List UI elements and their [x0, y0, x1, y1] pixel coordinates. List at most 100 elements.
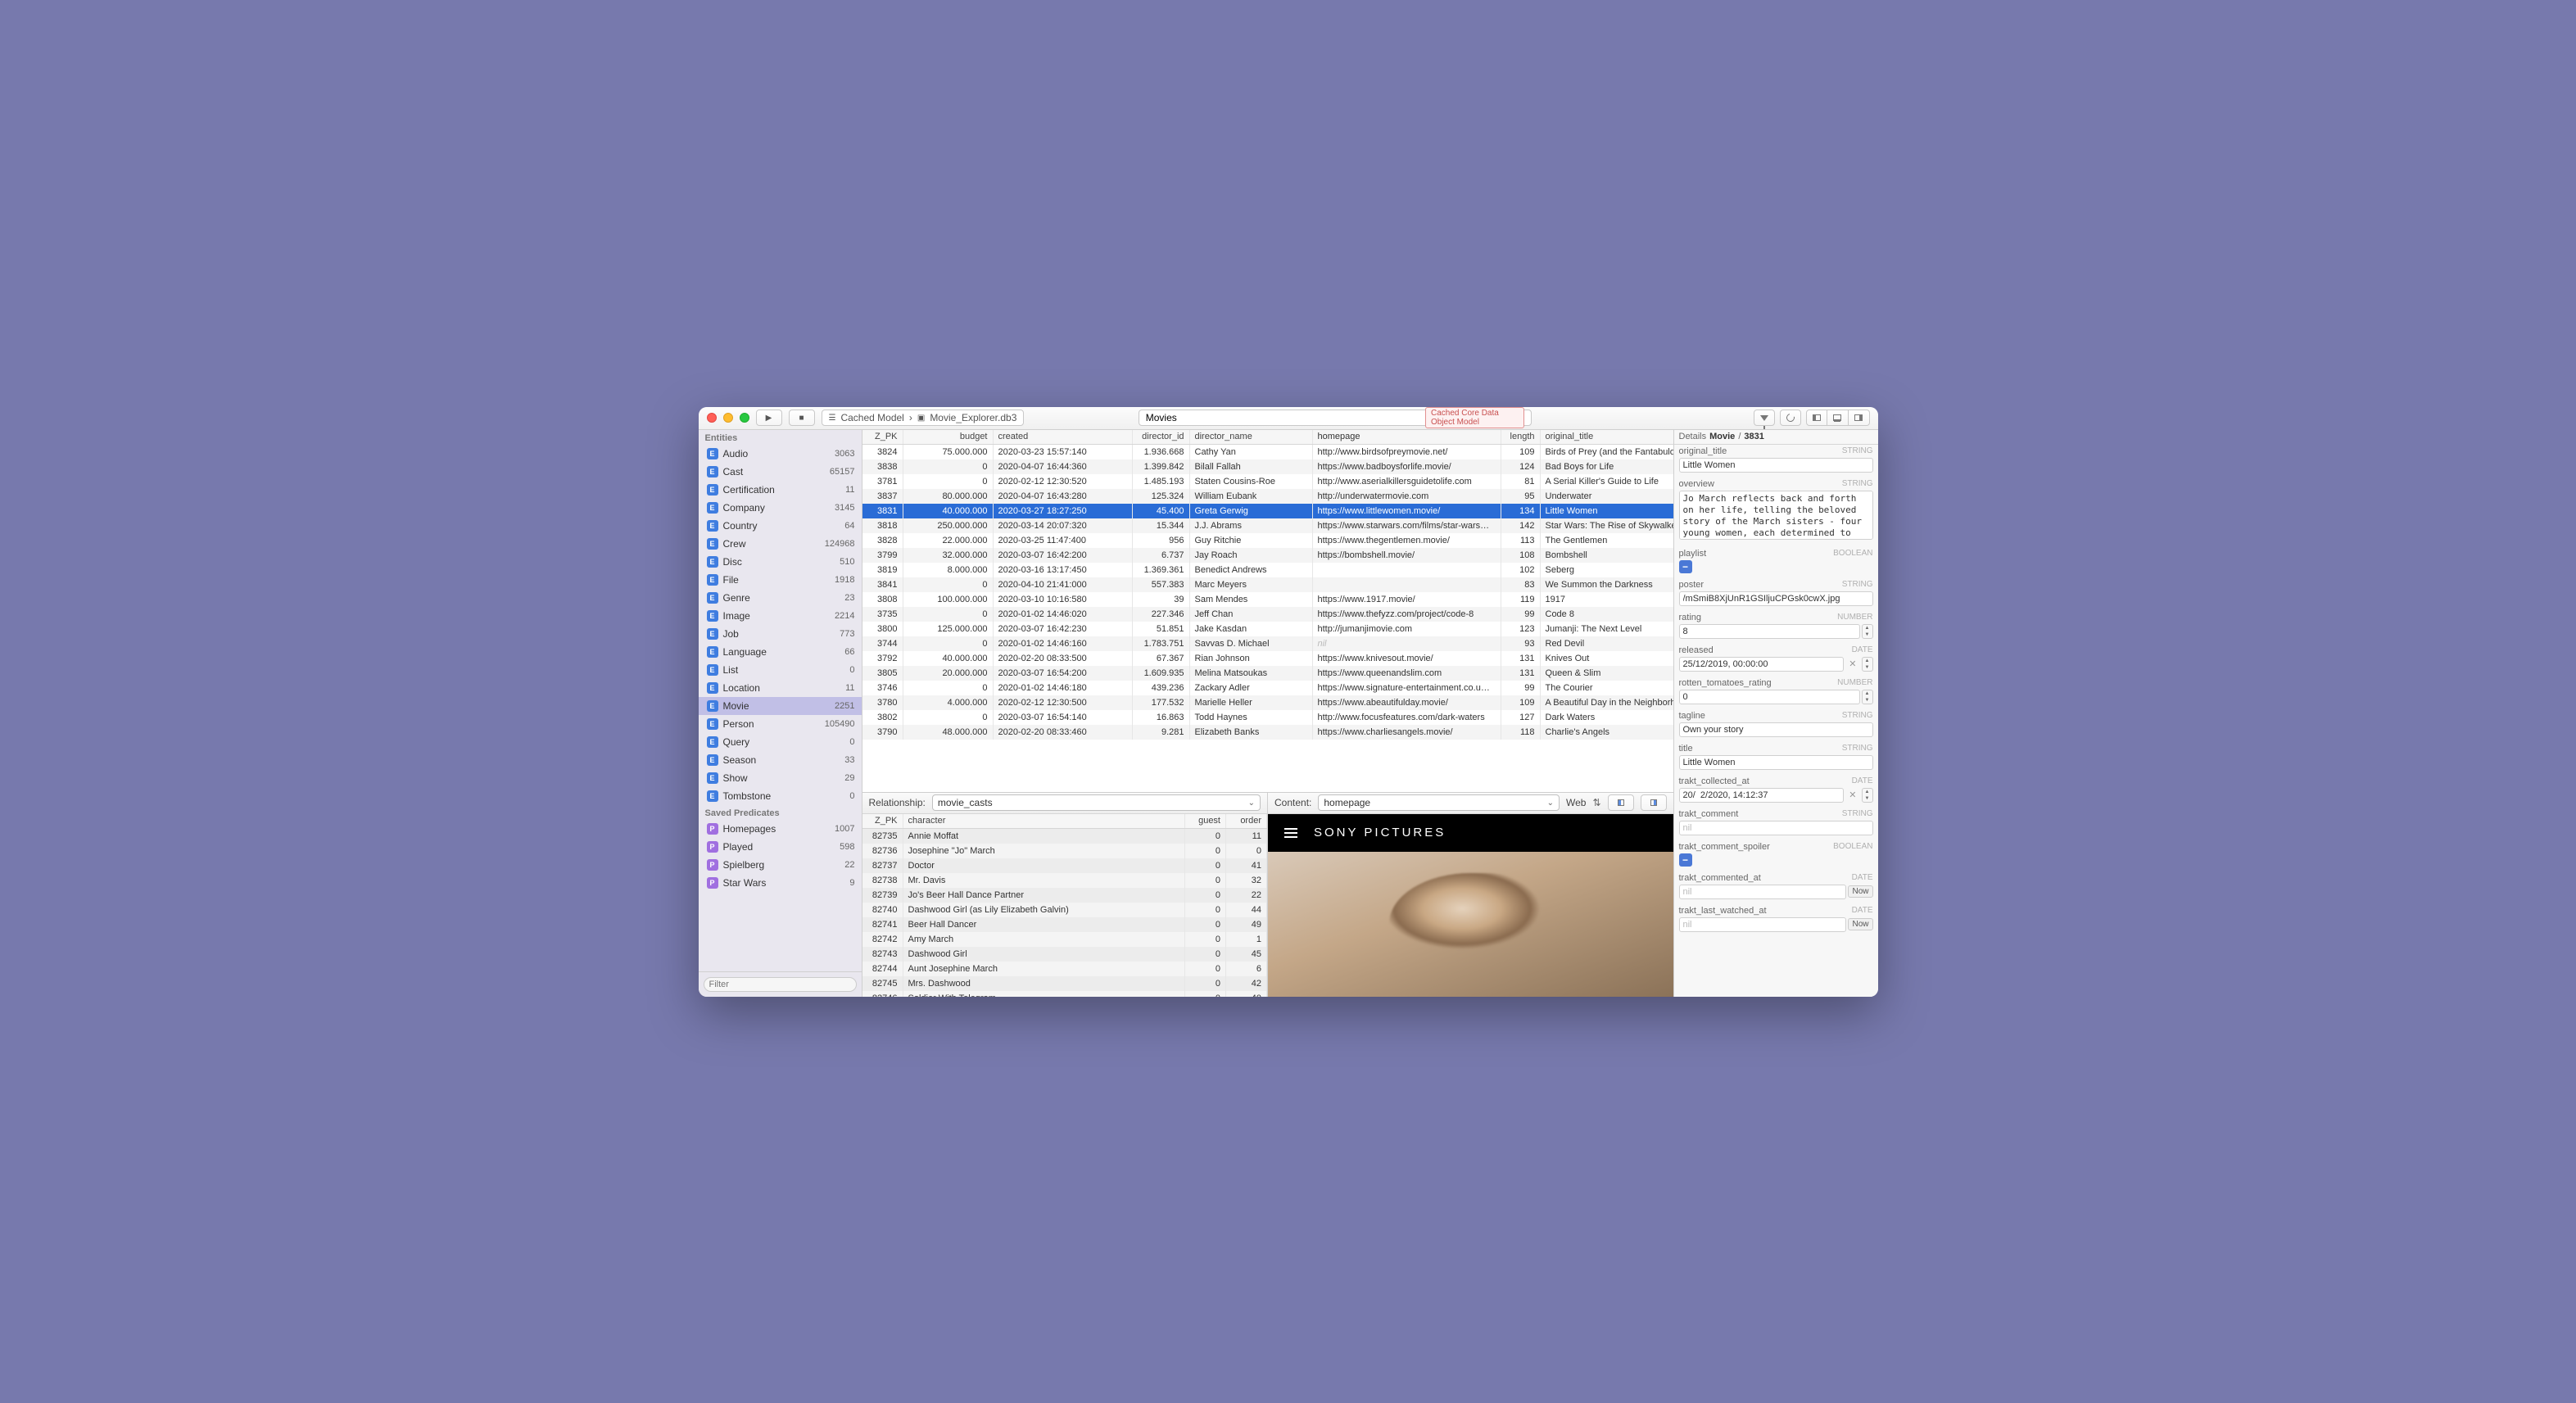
table-row[interactable]: 82746Soldier With Telegram040	[862, 991, 1268, 997]
table-row[interactable]: 82739Jo's Beer Hall Dance Partner022	[862, 888, 1268, 903]
table-row[interactable]: 373502020-01-02 14:46:020227.346Jeff Cha…	[862, 607, 1673, 622]
col-header[interactable]: character	[903, 814, 1186, 828]
breadcrumb[interactable]: ☰ Cached Model › ▣ Movie_Explorer.db3	[822, 410, 1025, 426]
sidebar-item-image[interactable]: EImage2214	[699, 607, 862, 625]
predicate-item-homepages[interactable]: PHomepages1007	[699, 820, 862, 838]
sidebar-item-season[interactable]: ESeason33	[699, 751, 862, 769]
sidebar-item-language[interactable]: ELanguage66	[699, 643, 862, 661]
table-row[interactable]: 82741Beer Hall Dancer049	[862, 917, 1268, 932]
table-row[interactable]: 374602020-01-02 14:46:180439.236Zackary …	[862, 681, 1673, 695]
content-layout-left[interactable]	[1608, 794, 1634, 811]
table-row[interactable]: 383802020-04-07 16:44:3601.399.842Bilall…	[862, 459, 1673, 474]
field-input[interactable]	[1679, 591, 1873, 606]
field-input[interactable]	[1679, 788, 1845, 803]
table-row[interactable]: 37804.000.0002020-02-12 12:30:500177.532…	[862, 695, 1673, 710]
table-row[interactable]: 378102020-02-12 12:30:5201.485.193Staten…	[862, 474, 1673, 489]
sidebar-item-show[interactable]: EShow29	[699, 769, 862, 787]
table-row[interactable]: 3808100.000.0002020-03-10 10:16:58039Sam…	[862, 592, 1673, 607]
stop-button[interactable]: ■	[789, 410, 815, 426]
sidebar-item-country[interactable]: ECountry64	[699, 517, 862, 535]
sidebar-item-disc[interactable]: EDisc510	[699, 553, 862, 571]
predicate-item-played[interactable]: PPlayed598	[699, 838, 862, 856]
zoom-icon[interactable]	[740, 413, 749, 423]
sidebar-item-cast[interactable]: ECast65157	[699, 463, 862, 481]
search-field[interactable]	[1146, 412, 1425, 423]
table-row[interactable]: 379932.000.0002020-03-07 16:42:2006.737J…	[862, 548, 1673, 563]
layout-bottom-button[interactable]	[1827, 410, 1849, 426]
field-input[interactable]	[1679, 690, 1860, 704]
table-row[interactable]: 82738Mr. Davis032	[862, 873, 1268, 888]
table-row[interactable]: 38198.000.0002020-03-16 13:17:4501.369.3…	[862, 563, 1673, 577]
sidebar-item-query[interactable]: EQuery0	[699, 733, 862, 751]
col-header[interactable]: length	[1501, 430, 1541, 444]
table-row[interactable]: 82737Doctor041	[862, 858, 1268, 873]
field-input[interactable]	[1679, 917, 1847, 932]
stepper[interactable]: ▲▼	[1862, 624, 1873, 639]
table-row[interactable]: 379240.000.0002020-02-20 08:33:50067.367…	[862, 651, 1673, 666]
sidebar-item-certification[interactable]: ECertification11	[699, 481, 862, 499]
table-row[interactable]: 380202020-03-07 16:54:14016.863Todd Hayn…	[862, 710, 1673, 725]
bool-toggle[interactable]: −	[1679, 853, 1692, 867]
stepper[interactable]: ▲▼	[1862, 690, 1873, 704]
field-input[interactable]	[1679, 755, 1873, 770]
relationship-select[interactable]: movie_casts	[932, 794, 1261, 811]
field-input[interactable]	[1679, 458, 1873, 473]
sidebar-item-tombstone[interactable]: ETombstone0	[699, 787, 862, 805]
field-input[interactable]	[1679, 657, 1845, 672]
now-button[interactable]: Now	[1848, 918, 1872, 930]
table-row[interactable]: 82736Josephine "Jo" March00	[862, 844, 1268, 858]
clear-button[interactable]: ✕	[1845, 659, 1859, 669]
field-input[interactable]	[1679, 885, 1847, 899]
layout-right-button[interactable]	[1849, 410, 1870, 426]
now-button[interactable]: Now	[1848, 885, 1872, 898]
col-header[interactable]: Z_PK	[862, 430, 903, 444]
minimize-icon[interactable]	[723, 413, 733, 423]
sidebar-item-genre[interactable]: EGenre23	[699, 589, 862, 607]
col-header[interactable]: original_title	[1541, 430, 1673, 444]
stepper[interactable]: ▲▼	[1862, 788, 1873, 803]
table-row[interactable]: 82744Aunt Josephine March06	[862, 962, 1268, 976]
table-row[interactable]: 382822.000.0002020-03-25 11:47:400956Guy…	[862, 533, 1673, 548]
sidebar-item-company[interactable]: ECompany3145	[699, 499, 862, 517]
filter-button[interactable]	[1754, 410, 1775, 426]
sidebar-item-file[interactable]: EFile1918	[699, 571, 862, 589]
field-input[interactable]	[1679, 624, 1860, 639]
table-row[interactable]: 82742Amy March01	[862, 932, 1268, 947]
col-header[interactable]: order	[1226, 814, 1267, 828]
table-row[interactable]: 82743Dashwood Girl045	[862, 947, 1268, 962]
table-row[interactable]: 383140.000.0002020-03-27 18:27:25045.400…	[862, 504, 1673, 518]
reload-button[interactable]	[1780, 410, 1801, 426]
close-icon[interactable]	[707, 413, 717, 423]
col-header[interactable]: director_id	[1133, 430, 1190, 444]
table-row[interactable]: 380520.000.0002020-03-07 16:54:2001.609.…	[862, 666, 1673, 681]
chevron-updown-icon[interactable]: ⇅	[1592, 797, 1600, 808]
content-layout-right[interactable]	[1641, 794, 1667, 811]
col-header[interactable]: homepage	[1313, 430, 1501, 444]
sidebar-item-location[interactable]: ELocation11	[699, 679, 862, 697]
predicate-item-star-wars[interactable]: PStar Wars9	[699, 874, 862, 892]
col-header[interactable]: guest	[1185, 814, 1226, 828]
table-row[interactable]: 384102020-04-10 21:41:000557.383Marc Mey…	[862, 577, 1673, 592]
sidebar-item-person[interactable]: EPerson105490	[699, 715, 862, 733]
field-input[interactable]	[1679, 821, 1873, 835]
table-row[interactable]: 382475.000.0002020-03-23 15:57:1401.936.…	[862, 445, 1673, 459]
table-row[interactable]: 3800125.000.0002020-03-07 16:42:23051.85…	[862, 622, 1673, 636]
col-header[interactable]: budget	[903, 430, 994, 444]
field-input[interactable]: Jo March reflects back and forth on her …	[1679, 491, 1873, 540]
hamburger-icon[interactable]	[1284, 828, 1297, 838]
layout-left-button[interactable]	[1806, 410, 1827, 426]
table-row[interactable]: 82740Dashwood Girl (as Lily Elizabeth Ga…	[862, 903, 1268, 917]
search-input[interactable]: Cached Core Data Object Model	[1139, 410, 1532, 426]
sidebar-item-job[interactable]: EJob773	[699, 625, 862, 643]
table-row[interactable]: 383780.000.0002020-04-07 16:43:280125.32…	[862, 489, 1673, 504]
web-view[interactable]: SONY PICTURES	[1268, 814, 1673, 997]
content-select[interactable]: homepage	[1318, 794, 1560, 811]
predicate-item-spielberg[interactable]: PSpielberg22	[699, 856, 862, 874]
col-header[interactable]: Z_PK	[862, 814, 903, 828]
bool-toggle[interactable]: −	[1679, 560, 1692, 573]
stepper[interactable]: ▲▼	[1862, 657, 1873, 672]
col-header[interactable]: created	[994, 430, 1133, 444]
table-row[interactable]: 82735Annie Moffat011	[862, 829, 1268, 844]
field-input[interactable]	[1679, 722, 1873, 737]
sidebar-item-audio[interactable]: EAudio3063	[699, 445, 862, 463]
